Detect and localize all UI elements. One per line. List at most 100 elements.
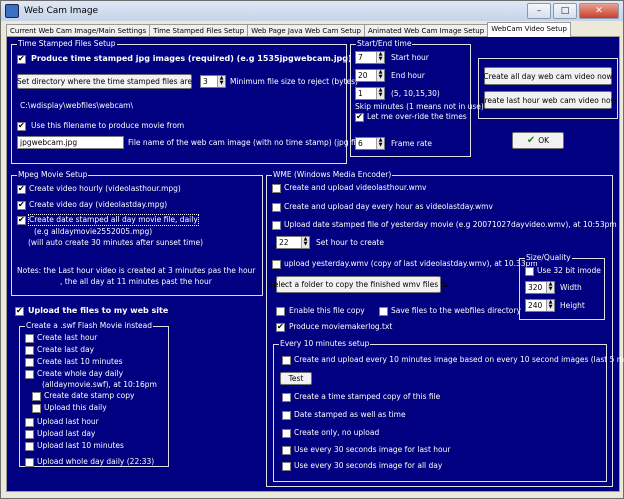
skip-minutes-stepper[interactable]: 1 ▲ ▼: [355, 87, 385, 100]
create-all-day-video-button[interactable]: Create all day web cam video now: [483, 67, 613, 85]
start-hour-label: Start hour: [391, 53, 429, 62]
wme-upload-hour-checkbox[interactable]: [272, 184, 281, 193]
wme-upload-yesterday-checkbox[interactable]: [272, 260, 281, 269]
every30-hour-checkbox[interactable]: [282, 446, 291, 455]
maximize-button[interactable]: □: [553, 3, 577, 19]
title-bar[interactable]: Web Cam Image – □ ✕: [1, 1, 623, 21]
every10-date-stamped-label: Date stamped as well as time: [294, 410, 406, 419]
swf-create-last-day-checkbox[interactable]: [25, 346, 34, 355]
swf-upload-last-hour-label: Upload last hour: [37, 417, 99, 426]
min-size-value: 3: [203, 77, 208, 86]
stepper-arrows-icon[interactable]: ▲ ▼: [546, 282, 554, 293]
stepper-arrows-icon[interactable]: ▲ ▼: [376, 70, 384, 81]
swf-date-stamp-copy-label: Create date stamp copy: [44, 391, 135, 400]
skip-hint: (5, 10,15,30): [391, 89, 440, 98]
video-hourly-checkbox[interactable]: [17, 184, 26, 194]
height-value: 240: [528, 301, 543, 310]
main-window: Web Cam Image – □ ✕ Current Web Cam Imag…: [0, 0, 624, 499]
mpeg-example: (e.g alldaymovie2552005.mpg): [34, 227, 153, 236]
test-button[interactable]: Test: [280, 372, 312, 385]
start-end-group: Start/End time 7 ▲ ▼ Start hour 20 ▲ ▼ End h…: [350, 39, 484, 157]
upload-files-label: Upload the files to my web site: [28, 306, 169, 315]
swf-date-stamp-copy-checkbox[interactable]: [32, 392, 41, 401]
end-hour-stepper[interactable]: 20 ▲ ▼: [355, 69, 385, 82]
swf-upload-last-10-checkbox[interactable]: [25, 442, 34, 451]
wme-upload-date-stamped-label: Upload date stamped file of yesterday mo…: [284, 220, 617, 229]
swf-upload-last-10-label: Upload last 10 minutes: [37, 441, 124, 450]
swf-upload-last-day-checkbox[interactable]: [25, 430, 34, 439]
swf-upload-daily-label: Upload this daily: [44, 403, 107, 412]
swf-upload-whole-day-label: Upload whole day daily (22:33): [37, 457, 155, 466]
ok-button[interactable]: ✔ OK: [512, 132, 564, 149]
stepper-arrows-icon[interactable]: ▲ ▼: [301, 237, 309, 248]
swf-whole-day-time: (alldaymovie.swf), at 10:16pm: [42, 380, 157, 389]
produce-log-checkbox[interactable]: [276, 322, 285, 332]
override-times-checkbox[interactable]: [355, 112, 364, 122]
swf-upload-whole-day-checkbox[interactable]: [25, 458, 34, 467]
swf-create-whole-day-checkbox[interactable]: [25, 370, 34, 379]
stepper-arrows-icon[interactable]: ▲ ▼: [376, 52, 384, 63]
wme-group: WME (Windows Media Encoder) Create and u…: [266, 170, 624, 487]
wme-upload-date-stamped-checkbox[interactable]: [272, 221, 281, 230]
group-title: Size/Quality: [525, 253, 572, 262]
create-last-hour-video-button[interactable]: Create last hour web cam video now: [479, 91, 617, 109]
every10-date-stamped-checkbox[interactable]: [282, 411, 291, 420]
save-webfiles-checkbox[interactable]: [379, 307, 388, 316]
filename-input[interactable]: jpgwebcam.jpg: [17, 136, 124, 149]
wme-upload-day-checkbox[interactable]: [272, 203, 281, 212]
width-stepper[interactable]: 320 ▲ ▼: [525, 281, 555, 294]
stepper-arrows-icon[interactable]: ▲ ▼: [376, 138, 384, 149]
every30-day-checkbox[interactable]: [282, 462, 291, 471]
min-size-stepper[interactable]: 3 ▲ ▼: [200, 75, 226, 88]
wme-hour-label: Set hour to create: [316, 238, 384, 247]
bit32-checkbox[interactable]: [525, 267, 534, 276]
video-day-checkbox[interactable]: [17, 200, 26, 210]
tab-webcam-video[interactable]: WebCam Video Setup: [487, 22, 571, 37]
wme-upload-day-label: Create and upload day every hour as vide…: [284, 202, 493, 211]
every30-hour-label: Use every 30 seconds image for last hour: [294, 445, 451, 454]
upload-files-checkbox[interactable]: [15, 306, 24, 316]
bit32-label: Use 32 bit imode: [537, 266, 601, 275]
swf-upload-last-hour-checkbox[interactable]: [25, 418, 34, 427]
mpeg-group: Mpeg Movie Setup Create video hourly (vi…: [11, 170, 263, 296]
use-filename-checkbox[interactable]: [17, 121, 26, 131]
override-times-label: Let me over-ride the times: [367, 112, 467, 121]
filename-desc: File name of the web cam image (with no …: [128, 138, 363, 147]
webcam-video-panel: Time Stamped Files Setup Produce time st…: [6, 36, 624, 492]
swf-upload-daily-checkbox[interactable]: [32, 404, 41, 413]
swf-create-whole-day-label: Create whole day daily: [37, 369, 124, 378]
every10-time-stamped-checkbox[interactable]: [282, 393, 291, 402]
stepper-arrows-icon[interactable]: ▲ ▼: [376, 88, 384, 99]
set-directory-button[interactable]: Set directory where the time stamped fil…: [17, 74, 192, 89]
ok-label: OK: [538, 136, 550, 145]
use-filename-label: Use this filename to produce movie from: [31, 121, 185, 130]
produce-jpg-label: Produce time stamped jpg images (require…: [31, 54, 352, 63]
frame-rate-stepper[interactable]: 6 ▲ ▼: [355, 137, 385, 150]
skip-minutes-label: Skip minutes (1 means not in use): [355, 102, 484, 111]
swf-create-last-hour-checkbox[interactable]: [25, 334, 34, 343]
every10-create-only-checkbox[interactable]: [282, 429, 291, 438]
group-title: Every 10 minutes setup: [279, 339, 371, 348]
start-hour-stepper[interactable]: 7 ▲ ▼: [355, 51, 385, 64]
stepper-arrows-icon[interactable]: ▲ ▼: [217, 76, 225, 87]
group-title: Start/End time: [356, 39, 413, 48]
date-stamped-movie-checkbox[interactable]: [17, 215, 26, 225]
close-button[interactable]: ✕: [579, 3, 619, 19]
skip-minutes-value: 1: [358, 89, 363, 98]
mpeg-auto-note: (will auto create 30 minutes after sunse…: [28, 238, 204, 247]
width-value: 320: [528, 283, 543, 292]
minimize-button[interactable]: –: [527, 3, 551, 19]
swf-create-last-hour-label: Create last hour: [37, 333, 98, 342]
video-hourly-label: Create video hourly (videolasthour.mpg): [29, 184, 181, 193]
stepper-arrows-icon[interactable]: ▲ ▼: [546, 300, 554, 311]
mpeg-note-2: , the all day at 11 minutes past the hou…: [60, 277, 212, 286]
select-folder-button[interactable]: Select a folder to copy the finished wmv…: [269, 276, 448, 293]
swf-create-last-10-checkbox[interactable]: [25, 358, 34, 367]
produce-log-label: Produce moviemakerlog.txt: [289, 322, 393, 331]
enable-copy-checkbox[interactable]: [276, 307, 285, 316]
wme-hour-stepper[interactable]: 22 ▲ ▼: [276, 236, 310, 249]
height-stepper[interactable]: 240 ▲ ▼: [525, 299, 555, 312]
every10-create-upload-checkbox[interactable]: [282, 356, 291, 365]
end-hour-value: 20: [358, 71, 368, 80]
produce-jpg-checkbox[interactable]: [17, 54, 26, 64]
